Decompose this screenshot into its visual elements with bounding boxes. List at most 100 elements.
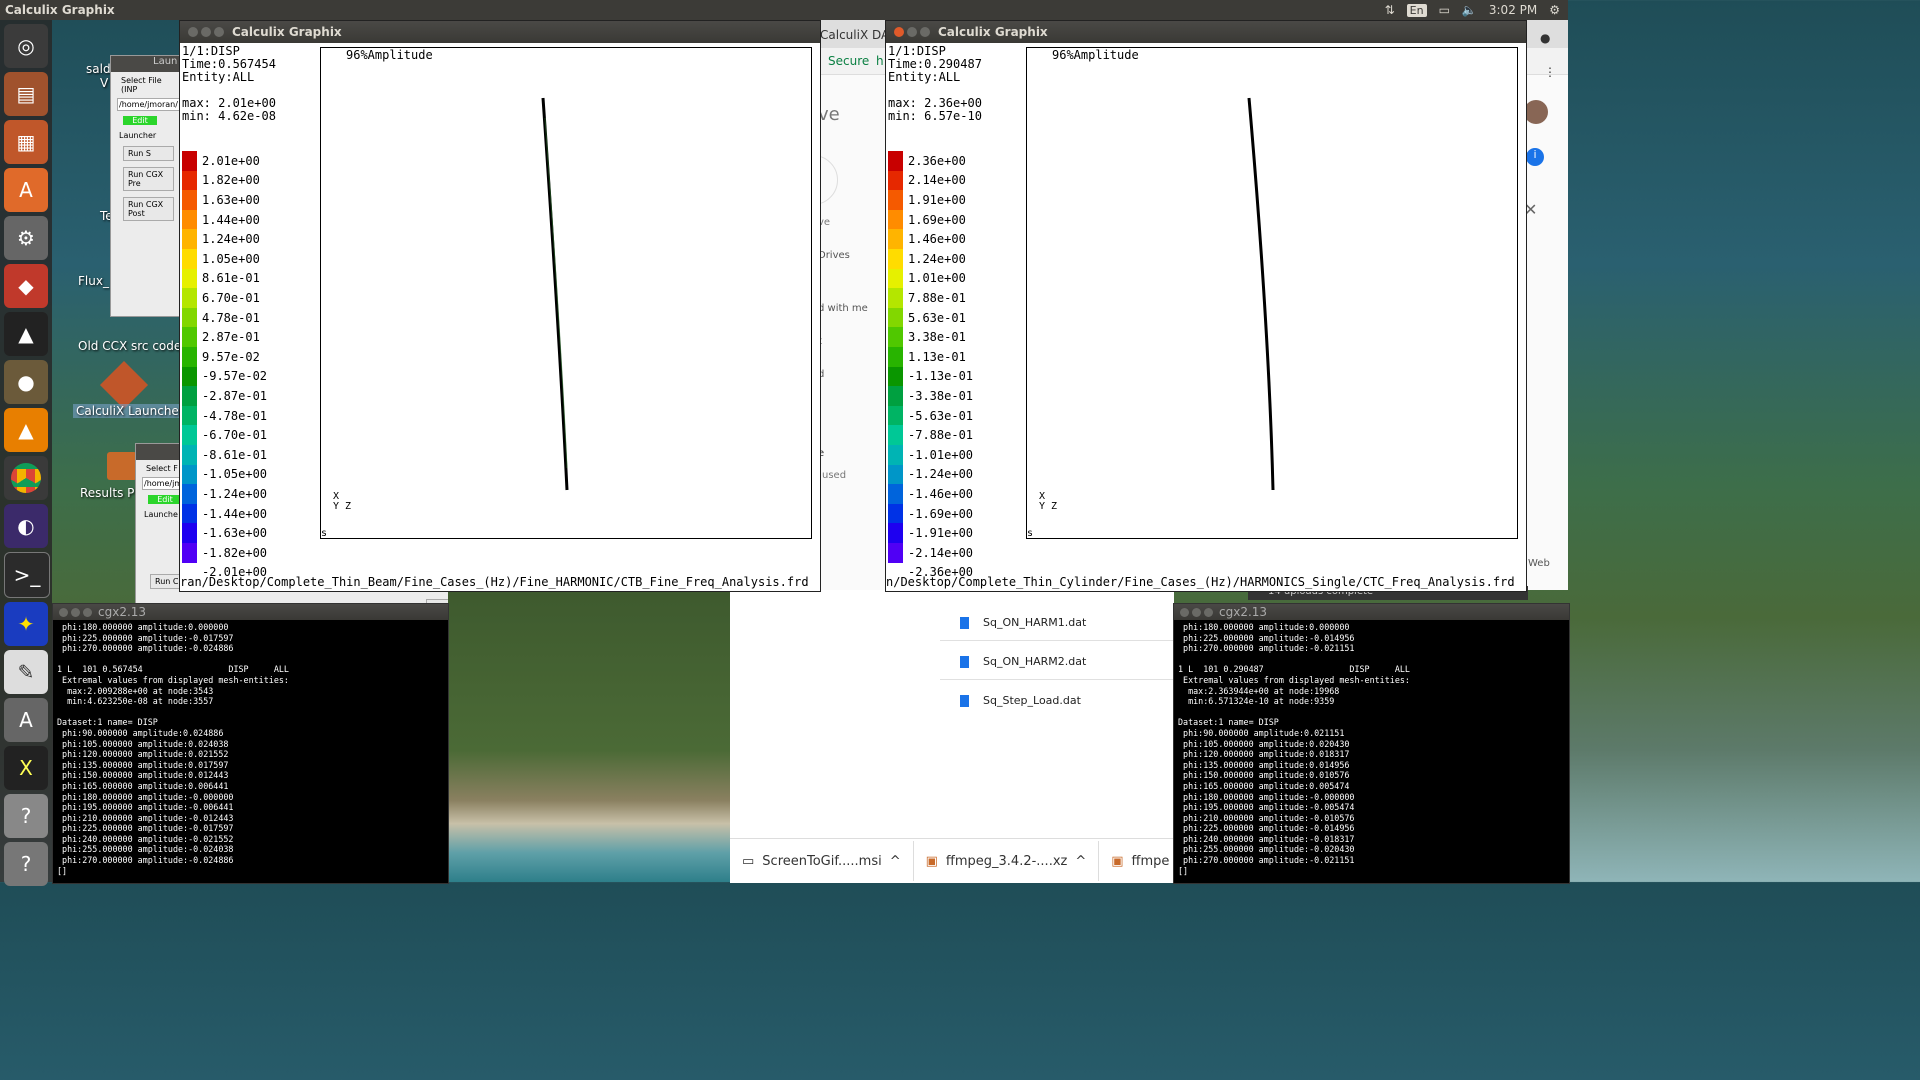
drive-new-button[interactable]: ve — [818, 104, 840, 125]
cgx-window-right: Calculix Graphix 1/1:DISP Time:0.290487 … — [885, 20, 1527, 592]
download-item[interactable]: ▣ ffmpe — [1099, 841, 1181, 881]
terminal-output: phi:180.000000 amplitude:0.000000 phi:22… — [57, 622, 289, 876]
legend-entry: 5.63e-01 — [888, 307, 966, 328]
chevron-up-icon[interactable]: ^ — [890, 854, 901, 869]
minimize-icon[interactable] — [1192, 607, 1201, 617]
legend-label: 1.01e+00 — [908, 271, 966, 286]
plot-area[interactable]: 96%Amplitude X Y Z s — [320, 47, 812, 539]
star-icon[interactable]: ✦ — [4, 602, 48, 646]
legend-swatch — [182, 151, 197, 171]
volume-icon[interactable]: 🔈 — [1462, 3, 1477, 17]
storage-used: used — [822, 470, 847, 481]
file-icon — [960, 694, 969, 707]
run-solver-button[interactable]: Run S — [123, 146, 174, 161]
chrome-icon[interactable] — [4, 456, 48, 500]
cgx-canvas[interactable]: 1/1:DISP Time:0.567454 Entity:ALL max: 2… — [180, 43, 820, 591]
cgx-terminal-right[interactable]: cgx2.13 phi:180.000000 amplitude:0.00000… — [1173, 603, 1570, 884]
ubuntu-icon[interactable]: ◎ — [4, 24, 48, 68]
vlc-icon[interactable]: ▲ — [4, 408, 48, 452]
file-item[interactable]: Sq_ON_HARM2.dat — [960, 655, 1086, 668]
text-editor-icon[interactable]: ✎ — [4, 650, 48, 694]
desktop-icon-flux[interactable]: Flux_ — [78, 274, 109, 288]
clock[interactable]: 3:02 PM — [1489, 3, 1537, 17]
maximize-icon[interactable] — [1204, 607, 1213, 617]
tab-title[interactable]: CalculiX DA — [820, 28, 889, 42]
maximize-icon[interactable] — [83, 607, 92, 617]
plot-area[interactable]: 96%Amplitude X Y Z s — [1026, 47, 1518, 539]
legend-label: 3.38e-01 — [908, 330, 966, 345]
legend-entry: -2.87e-01 — [182, 386, 267, 406]
minimize-icon[interactable] — [907, 27, 917, 37]
legend-swatch — [888, 151, 903, 171]
eclipse-icon[interactable]: ◐ — [4, 504, 48, 548]
legend-entry: 1.44e+00 — [182, 209, 260, 230]
download-item[interactable]: ▭ ScreenToGif.....msi ^ — [730, 841, 914, 881]
download-item[interactable]: ▣ ffmpeg_3.4.2-....xz ^ — [914, 841, 1100, 881]
tab-launcher[interactable]: Launcher — [119, 131, 178, 140]
folder-icon[interactable] — [107, 452, 137, 480]
cgx-terminal-left[interactable]: cgx2.13 phi:180.000000 amplitude:0.00000… — [52, 603, 449, 884]
drive-item-shared[interactable]: d with me — [818, 303, 868, 314]
desktop-icon-sald[interactable]: sald — [86, 62, 111, 76]
keyboard-layout-indicator[interactable]: En — [1406, 3, 1427, 17]
maximize-icon[interactable] — [920, 27, 930, 37]
software-center-icon[interactable]: A — [4, 168, 48, 212]
calculix-launcher-icon[interactable] — [99, 360, 149, 410]
settings-icon[interactable]: ⚙ — [4, 216, 48, 260]
legend-entry: -1.24e+00 — [888, 464, 973, 485]
inkscape-icon[interactable]: ▲ — [4, 312, 48, 356]
close-icon[interactable] — [188, 27, 198, 37]
legend-entry: 6.70e-01 — [182, 288, 260, 308]
close-icon[interactable] — [59, 607, 68, 617]
run-cgx-pre-button[interactable]: Run CGX Pre — [123, 167, 174, 191]
divider — [940, 640, 1174, 641]
help2-icon[interactable]: ? — [4, 842, 48, 886]
edit-button[interactable]: Edit — [123, 116, 157, 125]
desktop-icon-old-ccx[interactable]: Old CCX src code — [78, 339, 181, 353]
desktop-icon-results[interactable]: Results P — [80, 486, 134, 500]
close-icon[interactable] — [1180, 607, 1189, 617]
legend-entry: -1.91e+00 — [888, 523, 973, 543]
maximize-icon[interactable] — [214, 27, 224, 37]
libreoffice-impress-icon[interactable]: ▦ — [4, 120, 48, 164]
files-icon[interactable]: ▤ — [4, 72, 48, 116]
legend-swatch — [888, 445, 903, 465]
window-titlebar: Calculix Graphix — [886, 21, 1526, 43]
legend-label: -1.63e+00 — [202, 526, 268, 541]
help-icon[interactable]: ? — [4, 794, 48, 838]
drive-item-drives[interactable]: Drives — [818, 250, 850, 261]
window-title: Calculix Graphix — [232, 25, 342, 39]
profile-icon[interactable]: ● — [1540, 31, 1550, 45]
cgx-canvas[interactable]: 1/1:DISP Time:0.290487 Entity:ALL max: 2… — [886, 43, 1526, 591]
minimize-icon[interactable] — [71, 607, 80, 617]
battery-icon[interactable]: ▭ — [1439, 3, 1450, 17]
minimize-icon[interactable] — [201, 27, 211, 37]
network-icon[interactable]: ⇅ — [1385, 3, 1395, 17]
desktop-icon-calculix-launcher[interactable]: CalculiX Launcher — [73, 404, 187, 418]
avatar[interactable] — [1524, 100, 1548, 124]
legend-swatch — [182, 405, 197, 426]
file-item[interactable]: Sq_ON_HARM1.dat — [960, 616, 1086, 629]
file-path-input[interactable]: /home/jmoran/ — [117, 98, 180, 111]
close-icon[interactable] — [894, 27, 904, 37]
dataset-info: 1/1:DISP Time:0.290487 Entity:ALL max: 2… — [888, 44, 982, 123]
git-icon[interactable]: ◆ — [4, 264, 48, 308]
chevron-up-icon[interactable]: ^ — [1075, 854, 1086, 869]
legend-swatch — [888, 327, 903, 347]
legend-entry: -1.24e+00 — [182, 484, 267, 504]
run-cgx-post-button[interactable]: Run CGX Post — [123, 197, 174, 221]
edit-button[interactable]: Edit — [148, 495, 182, 504]
gimp-icon[interactable]: ● — [4, 360, 48, 404]
legend-swatch — [182, 170, 197, 191]
legend-swatch — [182, 249, 197, 269]
desktop-icon-v[interactable]: V — [100, 76, 108, 90]
file-item[interactable]: Sq_Step_Load.dat — [960, 694, 1081, 707]
wallpaper-photo — [448, 590, 730, 882]
update-icon[interactable]: A — [4, 698, 48, 742]
top-panel: Calculix Graphix ⇅ En ▭ 🔈 3:02 PM ⚙ — [0, 0, 1568, 20]
system-gear-icon[interactable]: ⚙ — [1549, 3, 1560, 17]
terminal-icon[interactable]: >_ — [4, 552, 50, 598]
menu-icon[interactable]: ⋮ — [1544, 65, 1556, 79]
xterm-icon[interactable]: X — [4, 746, 48, 790]
info-icon[interactable]: i — [1526, 148, 1544, 166]
